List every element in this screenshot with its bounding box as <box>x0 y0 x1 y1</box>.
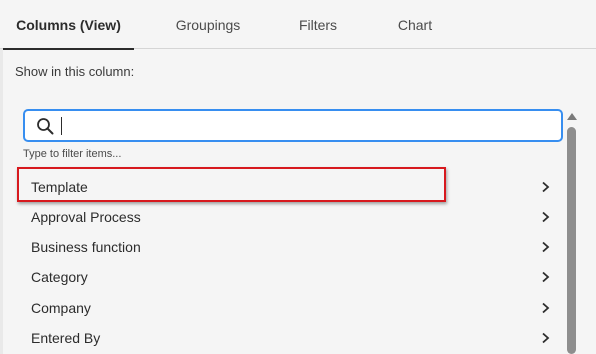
list-item-label: Business function <box>31 239 141 255</box>
tab-bar: Columns (View) Groupings Filters Chart <box>0 0 596 50</box>
chevron-right-icon <box>542 302 550 314</box>
chevron-right-icon <box>542 241 550 253</box>
section-label: Show in this column: <box>15 64 135 79</box>
list-item-entered-by[interactable]: Entered By <box>17 323 562 353</box>
list-item-template[interactable]: Template <box>17 172 562 202</box>
search-field[interactable] <box>23 109 563 142</box>
tab-chart[interactable]: Chart <box>387 0 443 49</box>
list-item-approval-process[interactable]: Approval Process <box>17 202 562 232</box>
list-item-category[interactable]: Category <box>17 262 562 292</box>
list-item-business-function[interactable]: Business function <box>17 232 562 262</box>
list-item-label: Category <box>31 269 88 285</box>
list-item-label: Template <box>31 179 88 195</box>
tab-groupings[interactable]: Groupings <box>165 0 251 49</box>
list-scrollbar[interactable] <box>566 113 578 354</box>
chevron-right-icon <box>542 211 550 223</box>
text-caret <box>61 117 62 135</box>
scroll-thumb[interactable] <box>567 127 576 354</box>
chevron-right-icon <box>542 332 550 344</box>
scroll-up-arrow-icon[interactable] <box>567 113 577 120</box>
panel-left-edge <box>0 0 3 354</box>
search-icon <box>37 118 54 135</box>
tab-filters[interactable]: Filters <box>287 0 349 49</box>
chevron-right-icon <box>542 181 550 193</box>
filter-hint: Type to filter items... <box>23 148 122 160</box>
search-input[interactable] <box>61 114 551 137</box>
chevron-right-icon <box>542 271 550 283</box>
list-item-label: Company <box>31 300 91 316</box>
tab-columns-view[interactable]: Columns (View) <box>3 0 134 50</box>
list-item-company[interactable]: Company <box>17 293 562 323</box>
list-item-label: Approval Process <box>31 209 141 225</box>
list-item-label: Entered By <box>31 330 101 346</box>
